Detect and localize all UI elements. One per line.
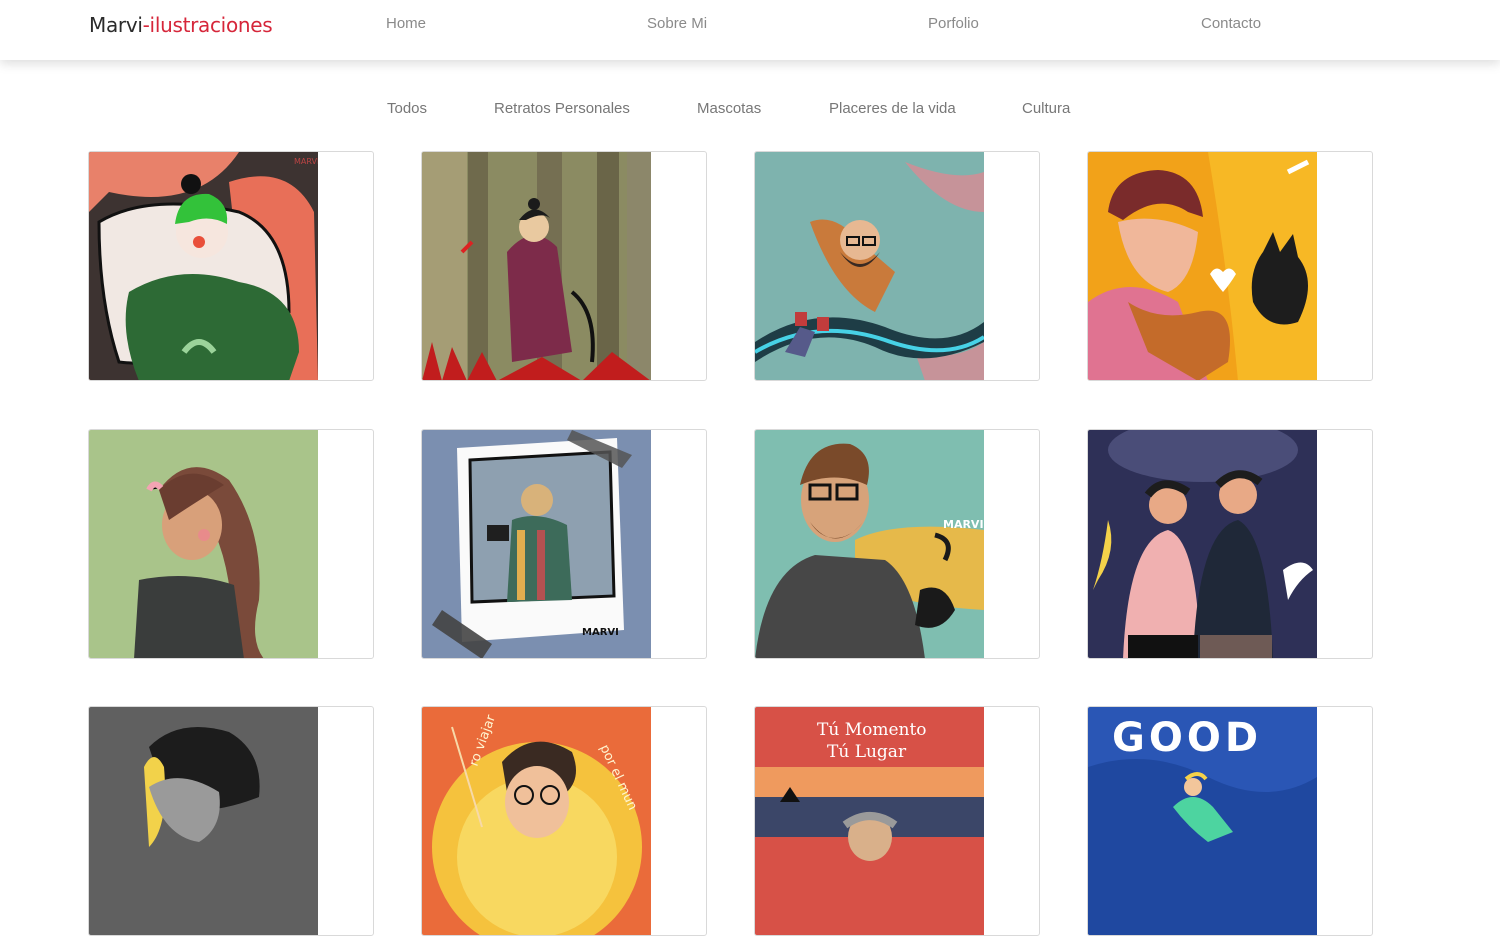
artist-signature: MARVI [582,627,619,638]
illustration-grey-profile-man [89,707,318,935]
artist-signature: MARVI [294,157,318,166]
filter-retratos-personales[interactable]: Retratos Personales [494,100,630,117]
gallery-card[interactable] [88,706,374,936]
brand-primary: Marvi [89,13,143,37]
nav-sobre-mi[interactable]: Sobre Mi [647,15,707,32]
artist-signature: MARVI [943,518,984,531]
gallery-card[interactable]: Tú Momento Tú Lugar [754,706,1040,936]
illustration-long-hair-woman [89,430,318,658]
illustration-good-swimmer: GOOD [1088,707,1317,935]
caption-tu-momento: Tú Momento [817,720,927,740]
gallery-card[interactable] [88,429,374,659]
nav-home[interactable]: Home [386,15,426,32]
filter-placeres-de-la-vida[interactable]: Placeres de la vida [829,100,956,117]
illustration-forest-samurai [422,152,651,380]
gallery-card[interactable] [1087,429,1373,659]
navbar: Marvi-ilustraciones Home Sobre Mi Porfol… [0,0,1500,60]
gallery-card[interactable] [1087,151,1373,381]
nav-contacto[interactable]: Contacto [1201,15,1261,32]
brand-accent: -ilustraciones [142,13,273,37]
illustration-falling-bearded-man [755,152,984,380]
nav-porfolio[interactable]: Porfolio [928,15,979,32]
illustration-man-on-yellow-sofa: MARVI [755,430,984,658]
brand-logo[interactable]: Marvi-ilustraciones [89,13,273,37]
illustration-green-hair-girl: MARVI [89,152,318,380]
illustration-two-men-night [1088,430,1317,658]
filter-todos[interactable]: Todos [387,100,427,117]
gallery-card[interactable]: MARVI [754,429,1040,659]
illustration-sunset-tu-momento: Tú Momento Tú Lugar [755,707,984,935]
gallery-card[interactable]: GOOD [1087,706,1373,936]
caption-tu-lugar: Tú Lugar [827,742,907,762]
gallery-card[interactable] [754,151,1040,381]
filter-cultura[interactable]: Cultura [1022,100,1070,117]
illustration-man-with-black-cat [1088,152,1317,380]
gallery-card[interactable]: MARVI [88,151,374,381]
gallery-card[interactable]: MARVI [421,429,707,659]
gallery-card[interactable]: ro viajar por el mun [421,706,707,936]
category-filters: Todos Retratos Personales Mascotas Place… [0,100,1500,122]
illustration-polaroid-photographer: MARVI [422,430,651,658]
caption-good: GOOD [1112,715,1262,761]
filter-mascotas[interactable]: Mascotas [697,100,761,117]
gallery-card[interactable] [421,151,707,381]
illustration-traveler-circle: ro viajar por el mun [422,707,651,935]
